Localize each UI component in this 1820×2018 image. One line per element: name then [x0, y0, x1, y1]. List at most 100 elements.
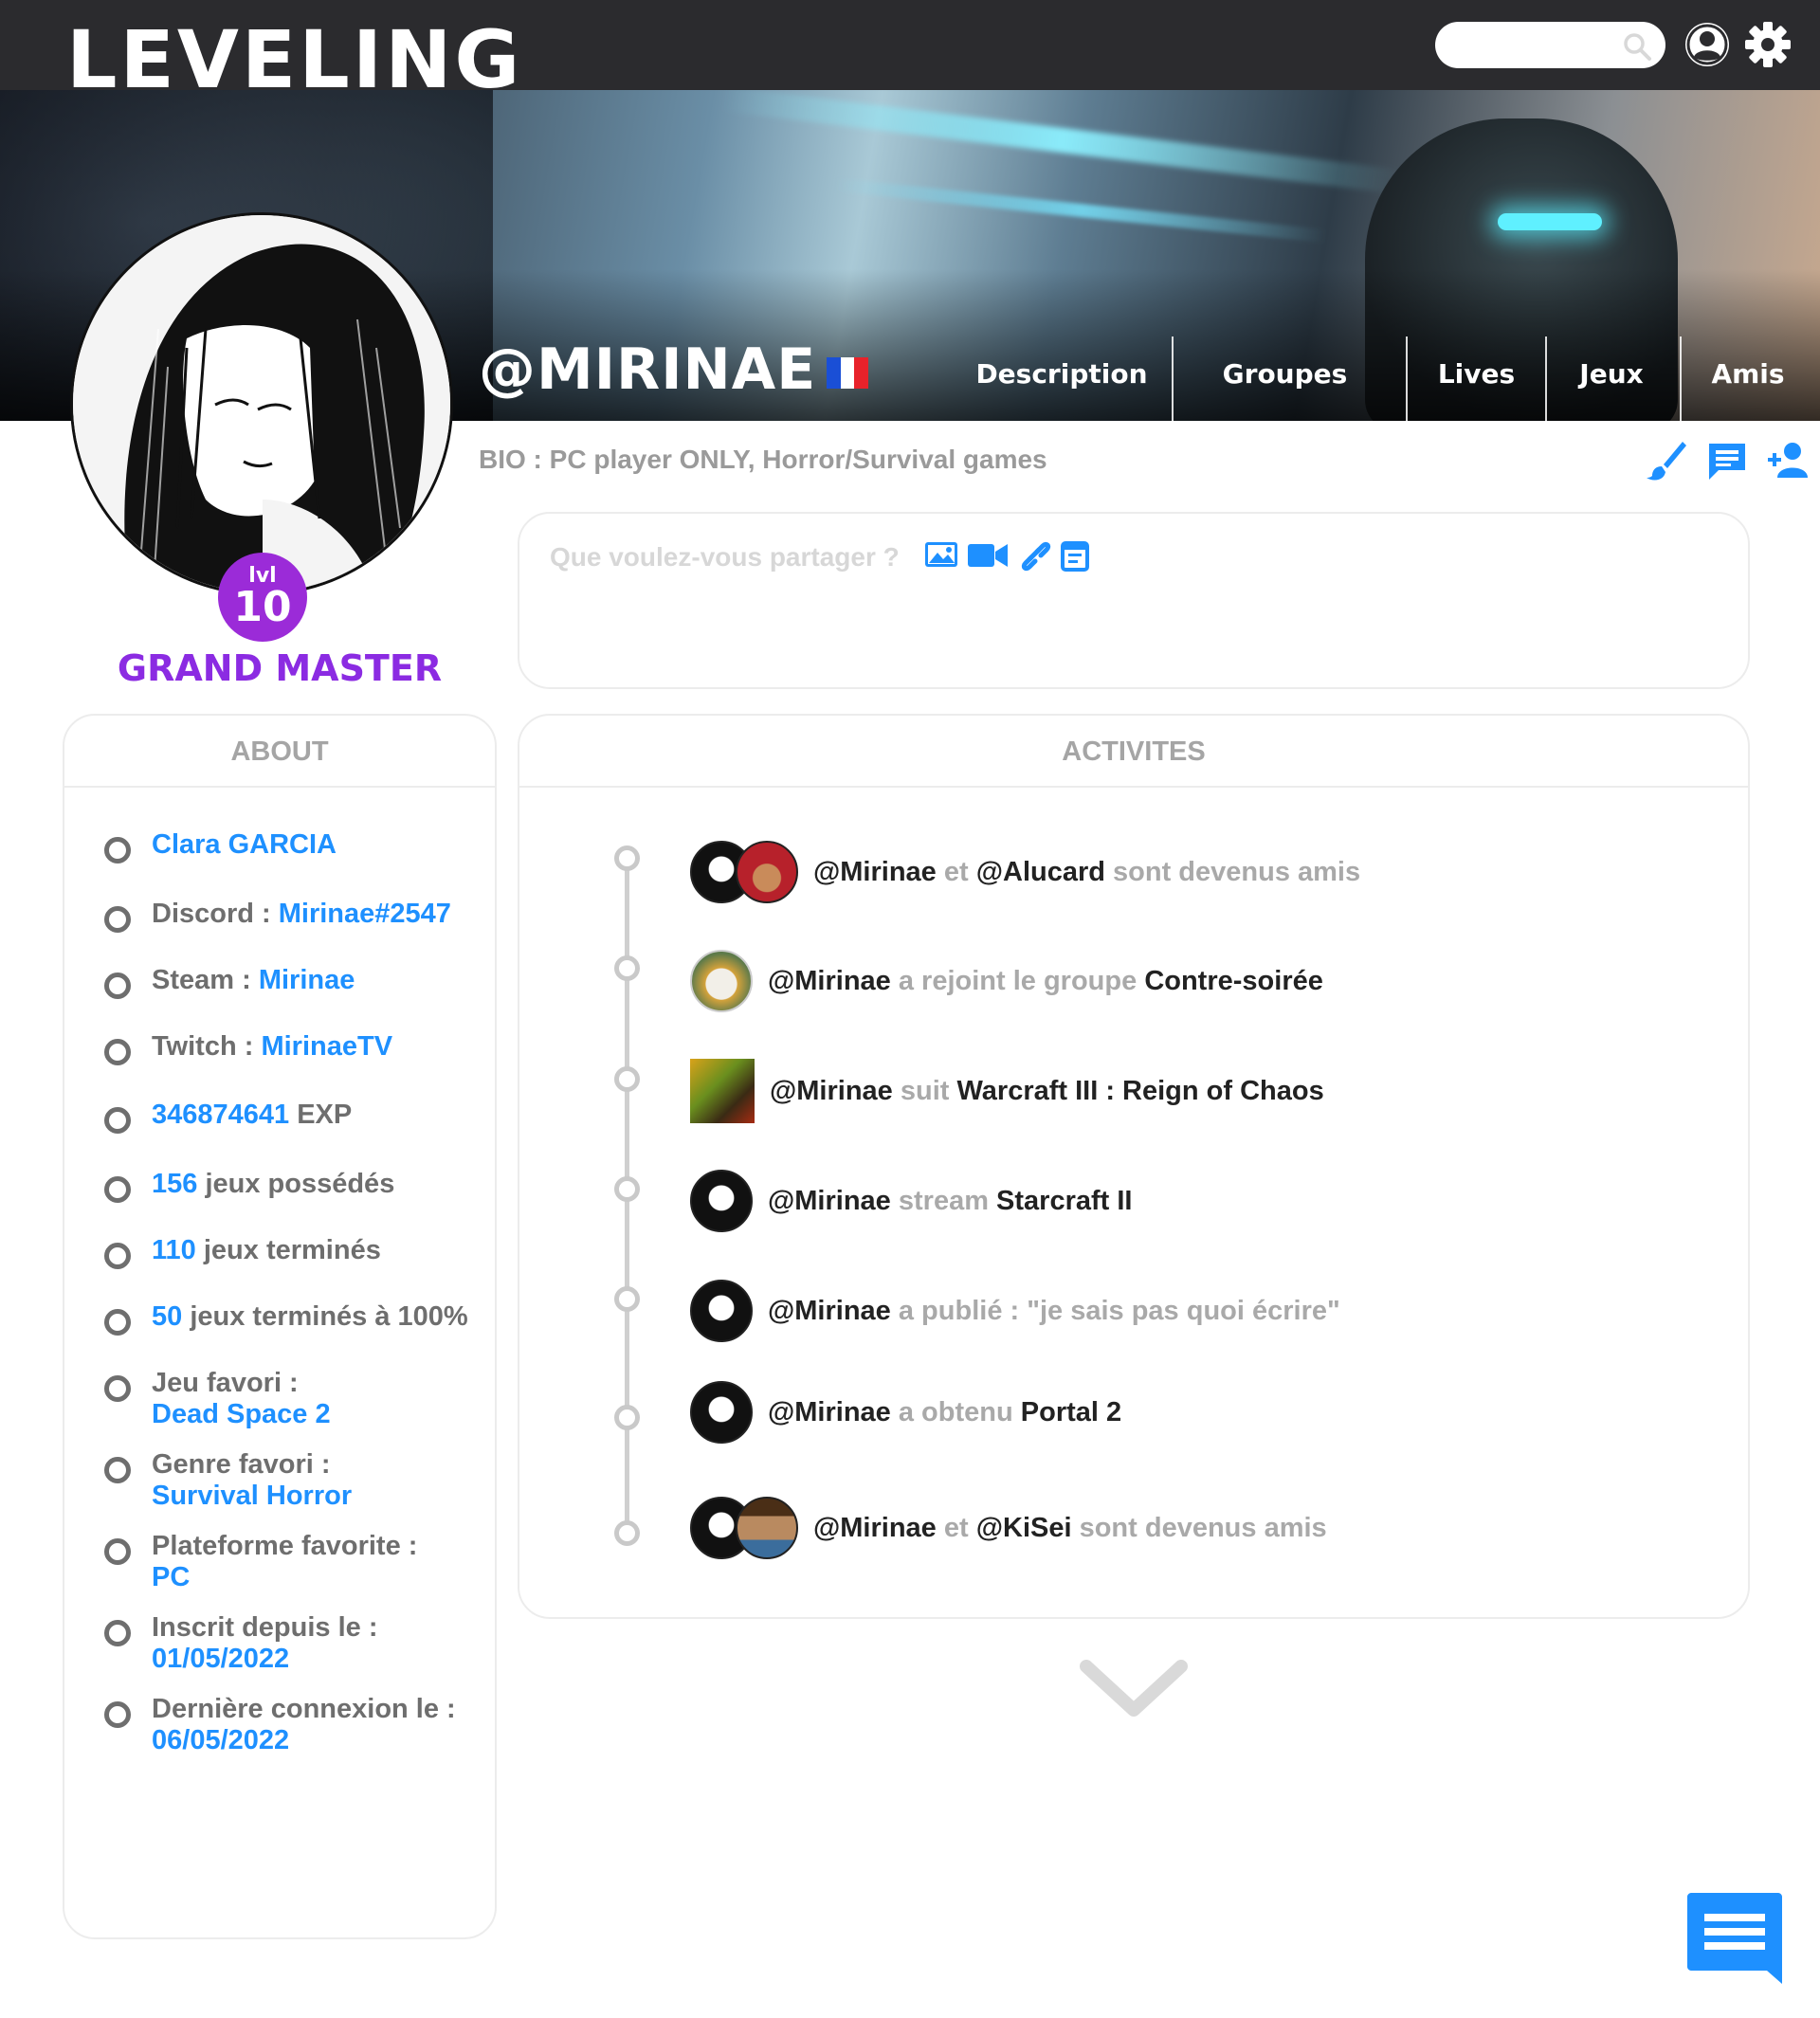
favorite-genre-label: Genre favori : — [152, 1449, 331, 1480]
steam-label: Steam : — [152, 965, 259, 995]
profile-bio: BIO : PC player ONLY, Horror/Survival ga… — [479, 445, 1047, 474]
activity-target[interactable]: @KiSei — [976, 1513, 1072, 1543]
message-icon[interactable] — [1705, 438, 1749, 482]
search-input[interactable] — [1435, 22, 1615, 68]
signup-date: 01/05/2022 — [152, 1644, 290, 1674]
timeline-node — [614, 1066, 640, 1092]
completed-count: 50 — [152, 1301, 183, 1332]
activity-verb: a rejoint le groupe — [890, 965, 1145, 996]
bullet-icon — [104, 906, 131, 933]
activity-verb: suit — [892, 1075, 957, 1106]
account-icon[interactable] — [1684, 21, 1731, 68]
profile-actions — [1645, 438, 1810, 482]
activity-user[interactable]: @Mirinae — [768, 1186, 891, 1216]
activity-text: @Mirinae et @KiSei sont devenus amis — [813, 1513, 1327, 1544]
discord-link[interactable]: Mirinae#2547 — [279, 899, 451, 929]
tab-description[interactable]: Description — [943, 336, 1180, 422]
activity-target[interactable]: Contre-soirée — [1144, 966, 1323, 996]
activity-target[interactable]: @Alucard — [976, 857, 1105, 887]
group-avatar[interactable] — [690, 950, 753, 1012]
activity-target[interactable]: Portal 2 — [1021, 1397, 1121, 1427]
post-composer[interactable]: Que voulez-vous partager ? — [518, 512, 1750, 689]
activity-title: ACTIVITES — [519, 716, 1748, 788]
add-friend-icon[interactable] — [1766, 438, 1810, 482]
activity-verb: sont devenus amis — [1104, 856, 1361, 887]
image-icon[interactable] — [923, 536, 959, 573]
favorite-genre-value[interactable]: Survival Horror — [152, 1481, 493, 1512]
finished-count: 110 — [152, 1235, 196, 1265]
gear-icon[interactable] — [1744, 21, 1792, 68]
activity-verb: et — [936, 1512, 976, 1543]
owned-count: 156 — [152, 1169, 198, 1199]
activity-item[interactable]: @Mirinae a publié : "je sais pas quoi éc… — [690, 1278, 1340, 1344]
profile-avatar[interactable] — [70, 212, 453, 595]
chevron-down-icon[interactable] — [1077, 1651, 1191, 1727]
tab-amis[interactable]: Amis — [1682, 336, 1814, 422]
timeline-node — [614, 1520, 640, 1546]
activity-item[interactable]: @Mirinae et @Alucard sont devenus amis — [690, 839, 1360, 905]
signup-label: Inscrit depuis le : — [152, 1612, 378, 1643]
activity-user[interactable]: @Mirinae — [768, 1296, 891, 1326]
favorite-game-link[interactable]: Dead Space 2 — [152, 1399, 493, 1430]
timeline-node — [614, 1176, 640, 1202]
last-login-label: Dernière connexion le : — [152, 1694, 456, 1724]
level-badge: lvl 10 — [218, 553, 307, 642]
favorite-platform-value[interactable]: PC — [152, 1562, 493, 1593]
activity-text: @Mirinae suit Warcraft III : Reign of Ch… — [770, 1076, 1324, 1107]
activity-verb: a publié : "je sais pas quoi écrire" — [890, 1295, 1340, 1326]
rank-title: GRAND MASTER — [117, 647, 443, 689]
level-number: 10 — [233, 583, 292, 631]
banner-light-beam — [834, 177, 1327, 244]
last-login-date: 06/05/2022 — [152, 1725, 290, 1755]
activity-text: @Mirinae stream Starcraft II — [768, 1186, 1133, 1217]
bullet-icon — [104, 1701, 131, 1728]
video-icon[interactable] — [967, 536, 1009, 573]
user-avatar[interactable] — [690, 1280, 753, 1342]
chat-icon[interactable] — [1684, 1889, 1785, 1991]
activity-user[interactable]: @Mirinae — [768, 966, 891, 996]
bullet-icon — [104, 1039, 131, 1065]
activity-text: @Mirinae a obtenu Portal 2 — [768, 1397, 1121, 1428]
top-bar: LEVELING — [0, 0, 1820, 100]
activity-target[interactable]: Starcraft II — [996, 1186, 1132, 1216]
activity-user[interactable]: @Mirinae — [813, 857, 937, 887]
game-cover[interactable] — [690, 1059, 755, 1123]
tab-jeux[interactable]: Jeux — [1547, 336, 1676, 422]
search-icon[interactable] — [1622, 31, 1652, 62]
activity-text: @Mirinae a publié : "je sais pas quoi éc… — [768, 1296, 1340, 1327]
user-avatar[interactable] — [690, 1381, 753, 1444]
timeline-node — [614, 845, 640, 871]
activity-item[interactable]: @Mirinae suit Warcraft III : Reign of Ch… — [690, 1058, 1324, 1124]
calendar-icon[interactable] — [1060, 536, 1090, 573]
composer-placeholder[interactable]: Que voulez-vous partager ? — [550, 540, 900, 574]
activity-verb: sont devenus amis — [1071, 1512, 1327, 1543]
discord-label: Discord : — [152, 899, 279, 929]
link-icon[interactable] — [1016, 536, 1052, 573]
tab-groupes[interactable]: Groupes — [1174, 336, 1396, 422]
paintbrush-icon[interactable] — [1645, 438, 1688, 482]
activity-user[interactable]: @Mirinae — [770, 1076, 893, 1106]
search-box[interactable] — [1435, 22, 1665, 68]
activity-text: @Mirinae et @Alucard sont devenus amis — [813, 857, 1360, 888]
twitch-link[interactable]: MirinaeTV — [261, 1031, 392, 1062]
tab-lives[interactable]: Lives — [1408, 336, 1545, 422]
about-title: ABOUT — [64, 716, 495, 788]
friend-avatar[interactable] — [736, 841, 798, 903]
activity-verb: stream — [890, 1185, 997, 1216]
finished-suffix: jeux terminés — [195, 1235, 381, 1265]
activity-item[interactable]: @Mirinae a obtenu Portal 2 — [690, 1379, 1121, 1445]
activity-verb: et — [936, 856, 976, 887]
friend-avatar[interactable] — [736, 1497, 798, 1559]
activity-user[interactable]: @Mirinae — [813, 1513, 937, 1543]
app-logo[interactable]: LEVELING — [66, 19, 522, 100]
activity-item[interactable]: @Mirinae stream Starcraft II — [690, 1168, 1133, 1234]
activity-item[interactable]: @Mirinae a rejoint le groupe Contre-soir… — [690, 948, 1323, 1014]
user-avatar[interactable] — [690, 1170, 753, 1232]
bullet-icon — [104, 1375, 131, 1402]
activity-text: @Mirinae a rejoint le groupe Contre-soir… — [768, 966, 1323, 997]
steam-link[interactable]: Mirinae — [259, 965, 355, 995]
activity-item[interactable]: @Mirinae et @KiSei sont devenus amis — [690, 1495, 1327, 1561]
activity-target[interactable]: Warcraft III : Reign of Chaos — [956, 1076, 1323, 1106]
activity-user[interactable]: @Mirinae — [768, 1397, 891, 1427]
bullet-icon — [104, 1620, 131, 1646]
